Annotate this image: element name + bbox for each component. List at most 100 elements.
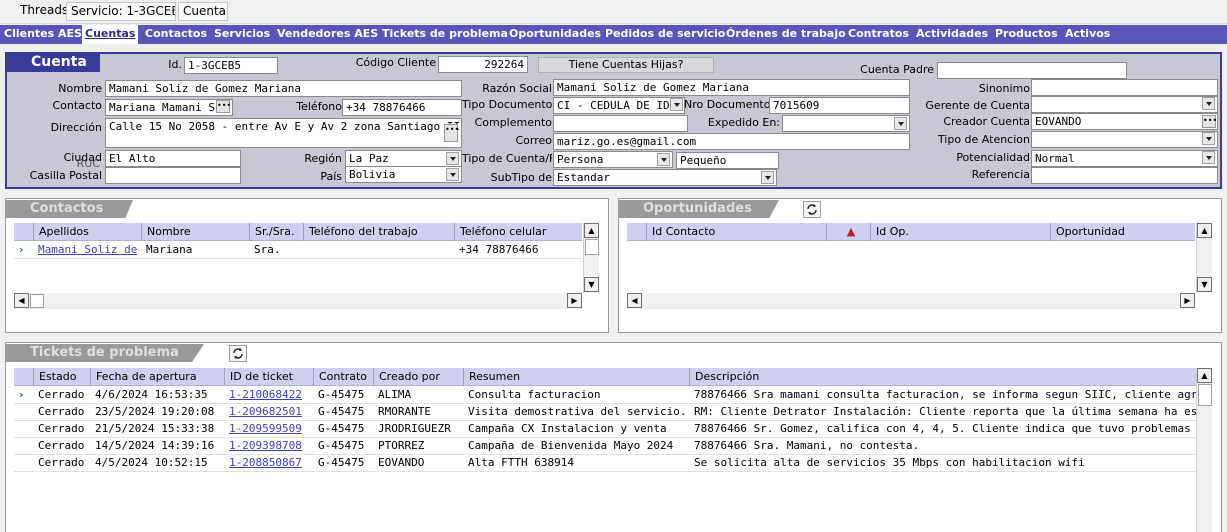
tab-servicios[interactable]: Servicios xyxy=(211,25,273,44)
tickets-refresh-icon[interactable] xyxy=(229,345,247,362)
col-fecha[interactable]: Fecha de apertura xyxy=(90,368,224,386)
col-id-contacto[interactable]: Id Contacto xyxy=(646,223,826,241)
tab-tickets[interactable]: Tickets de problema xyxy=(379,25,511,44)
subtipo-dropdown-icon[interactable] xyxy=(761,171,774,184)
contacto-picker-button[interactable]: ••• xyxy=(216,100,231,113)
tipo-cuenta-select[interactable]: Persona xyxy=(553,151,673,168)
col-tel-trabajo[interactable]: Teléfono del trabajo xyxy=(303,223,454,241)
direccion-picker-button[interactable]: ••• xyxy=(444,124,459,142)
tab-activos[interactable]: Activos xyxy=(1062,25,1113,44)
subtipo-select[interactable]: Estandar xyxy=(553,169,777,186)
table-row[interactable]: Cerrado 4/6/2024 16:53:35 1-210068422 G-… xyxy=(14,387,1196,404)
scroll-thumb[interactable] xyxy=(585,239,599,255)
scroll-thumb[interactable] xyxy=(30,294,44,308)
tipo-doc-select[interactable]: CI - CEDULA DE IDE xyxy=(553,97,685,114)
tipo-atencion-dropdown-icon[interactable] xyxy=(1202,132,1215,145)
tab-productos[interactable]: Productos xyxy=(992,25,1061,44)
tickets-vscroll[interactable]: ▲ xyxy=(1196,368,1212,532)
oportunidades-refresh-icon[interactable] xyxy=(803,201,821,218)
tab-clientes-aes[interactable]: Clientes AES xyxy=(1,25,85,44)
tab-cuentas[interactable]: Cuentas xyxy=(82,25,139,44)
table-row[interactable]: Cerrado 14/5/2024 14:39:16 1-209398708 G… xyxy=(14,438,1196,455)
tipo-doc-dropdown-icon[interactable] xyxy=(670,98,683,111)
tab-vendedores-aes[interactable]: Vendedores AES xyxy=(274,25,381,44)
gerente-dropdown-icon[interactable] xyxy=(1202,97,1215,110)
col-creado[interactable]: Creado por xyxy=(373,368,463,386)
col-priority-icon[interactable]: ▲ xyxy=(826,223,870,241)
tab-oportunidades[interactable]: Oportunidades xyxy=(506,25,604,44)
col-tel-celular[interactable]: Teléfono celular xyxy=(454,223,582,241)
table-row[interactable]: Cerrado 23/5/2024 19:20:08 1-209682501 G… xyxy=(14,404,1196,421)
scroll-down-icon[interactable]: ▼ xyxy=(584,277,599,292)
contacto-field[interactable]: Mariana Mamani S xyxy=(105,99,233,116)
razon-field[interactable]: Mamani Soliz de Gomez Mariana xyxy=(553,79,910,96)
creador-field[interactable]: EOVANDO xyxy=(1031,113,1218,130)
codigo-field[interactable]: 292264 xyxy=(438,56,528,73)
col-id-ticket[interactable]: ID de ticket xyxy=(224,368,313,386)
tamano-field[interactable]: Pequeño xyxy=(676,152,779,169)
scroll-right-icon[interactable]: ▶ xyxy=(567,293,582,308)
complemento-field[interactable] xyxy=(553,115,688,132)
pais-select[interactable]: Bolivia xyxy=(345,166,462,183)
expedido-select[interactable] xyxy=(782,115,910,132)
breadcrumb-threads[interactable]: Threads xyxy=(16,2,72,21)
col-nombre[interactable]: Nombre xyxy=(141,223,249,241)
scroll-right-icon[interactable]: ▶ xyxy=(1180,293,1195,308)
col-id-op[interactable]: Id Op. xyxy=(870,223,1050,241)
oportunidades-hscroll[interactable]: ◀ ▶ xyxy=(627,293,1195,309)
direccion-field[interactable]: Calle 15 No 2058 - entre Av E y Av 2 zon… xyxy=(105,118,462,148)
table-row[interactable]: Cerrado 21/5/2024 15:33:38 1-209599509 G… xyxy=(14,421,1196,438)
col-apellidos[interactable]: Apellidos xyxy=(33,223,141,241)
breadcrumb-servicio[interactable]: Servicio: 1-3GCEBE xyxy=(66,2,176,21)
col-descripcion[interactable]: Descripción xyxy=(689,368,1196,386)
col-oportunidad[interactable]: Oportunidad xyxy=(1050,223,1195,241)
ciudad-field[interactable]: El Alto xyxy=(105,150,241,167)
referencia-field[interactable] xyxy=(1031,167,1218,184)
potencialidad-select[interactable]: Normal xyxy=(1031,150,1218,167)
cuentas-hijas-button[interactable]: Tiene Cuentas Hijas? xyxy=(538,57,714,73)
table-row[interactable]: Mamani Soliz de G Mariana Sra. +34 78876… xyxy=(14,242,582,259)
creador-picker-button[interactable]: ••• xyxy=(1202,115,1217,128)
col-contrato[interactable]: Contrato xyxy=(313,368,373,386)
nombre-field[interactable]: Mamani Soliz de Gomez Mariana xyxy=(105,80,462,97)
casilla-field[interactable] xyxy=(105,167,241,184)
tipo-cuenta-dropdown-icon[interactable] xyxy=(657,153,670,166)
potencialidad-dropdown-icon[interactable] xyxy=(1202,151,1215,164)
telefono-field[interactable]: +34 78876466 xyxy=(342,99,462,116)
tab-actividades[interactable]: Actividades xyxy=(913,25,991,44)
scroll-down-icon[interactable]: ▼ xyxy=(1197,277,1212,292)
scroll-up-icon[interactable]: ▲ xyxy=(1197,368,1212,383)
col-resumen[interactable]: Resumen xyxy=(463,368,689,386)
col-sr[interactable]: Sr./Sra. xyxy=(249,223,303,241)
table-row[interactable]: Cerrado 4/5/2024 10:52:15 1-208850867 G-… xyxy=(14,455,1196,472)
scroll-left-icon[interactable]: ◀ xyxy=(627,293,642,308)
expedido-dropdown-icon[interactable] xyxy=(894,117,907,130)
contacto-apellidos[interactable]: Mamani Soliz de G xyxy=(33,242,137,259)
padre-field[interactable] xyxy=(937,62,1127,79)
ticket-id-link[interactable]: 1-209682501 xyxy=(224,404,313,421)
contactos-hscroll[interactable]: ◀ ▶ xyxy=(14,293,582,309)
ticket-id-link[interactable]: 1-208850867 xyxy=(224,455,313,472)
contactos-vscroll[interactable]: ▲ ▼ xyxy=(583,223,599,293)
tab-pedidos[interactable]: Pedidos de servicio xyxy=(602,25,728,44)
id-field[interactable]: 1-3GCEB5 xyxy=(184,57,278,74)
tab-contratos[interactable]: Contratos xyxy=(845,25,912,44)
scroll-left-icon[interactable]: ◀ xyxy=(14,293,29,308)
ticket-id-link[interactable]: 1-209599509 xyxy=(224,421,313,438)
scroll-up-icon[interactable]: ▲ xyxy=(1197,223,1212,238)
pais-dropdown-icon[interactable] xyxy=(446,168,459,181)
correo-field[interactable]: mariz.go.es@gmail.com xyxy=(553,133,910,150)
ticket-id-link[interactable]: 1-210068422 xyxy=(224,387,313,404)
region-select[interactable]: La Paz xyxy=(345,150,462,167)
tab-contactos[interactable]: Contactos xyxy=(142,25,210,44)
tipo-atencion-select[interactable] xyxy=(1031,131,1218,148)
scroll-up-icon[interactable]: ▲ xyxy=(584,223,599,238)
oportunidades-vscroll[interactable]: ▲ ▼ xyxy=(1196,223,1212,293)
tab-ordenes[interactable]: Órdenes de trabajo xyxy=(723,25,849,44)
ticket-id-link[interactable]: 1-209398708 xyxy=(224,438,313,455)
col-estado[interactable]: Estado xyxy=(33,368,90,386)
nro-doc-field[interactable]: 7015609 xyxy=(769,97,910,114)
gerente-select[interactable] xyxy=(1031,96,1218,113)
breadcrumb-cuenta[interactable]: Cuenta: xyxy=(178,2,228,21)
sinonimo-field[interactable] xyxy=(1031,79,1218,96)
